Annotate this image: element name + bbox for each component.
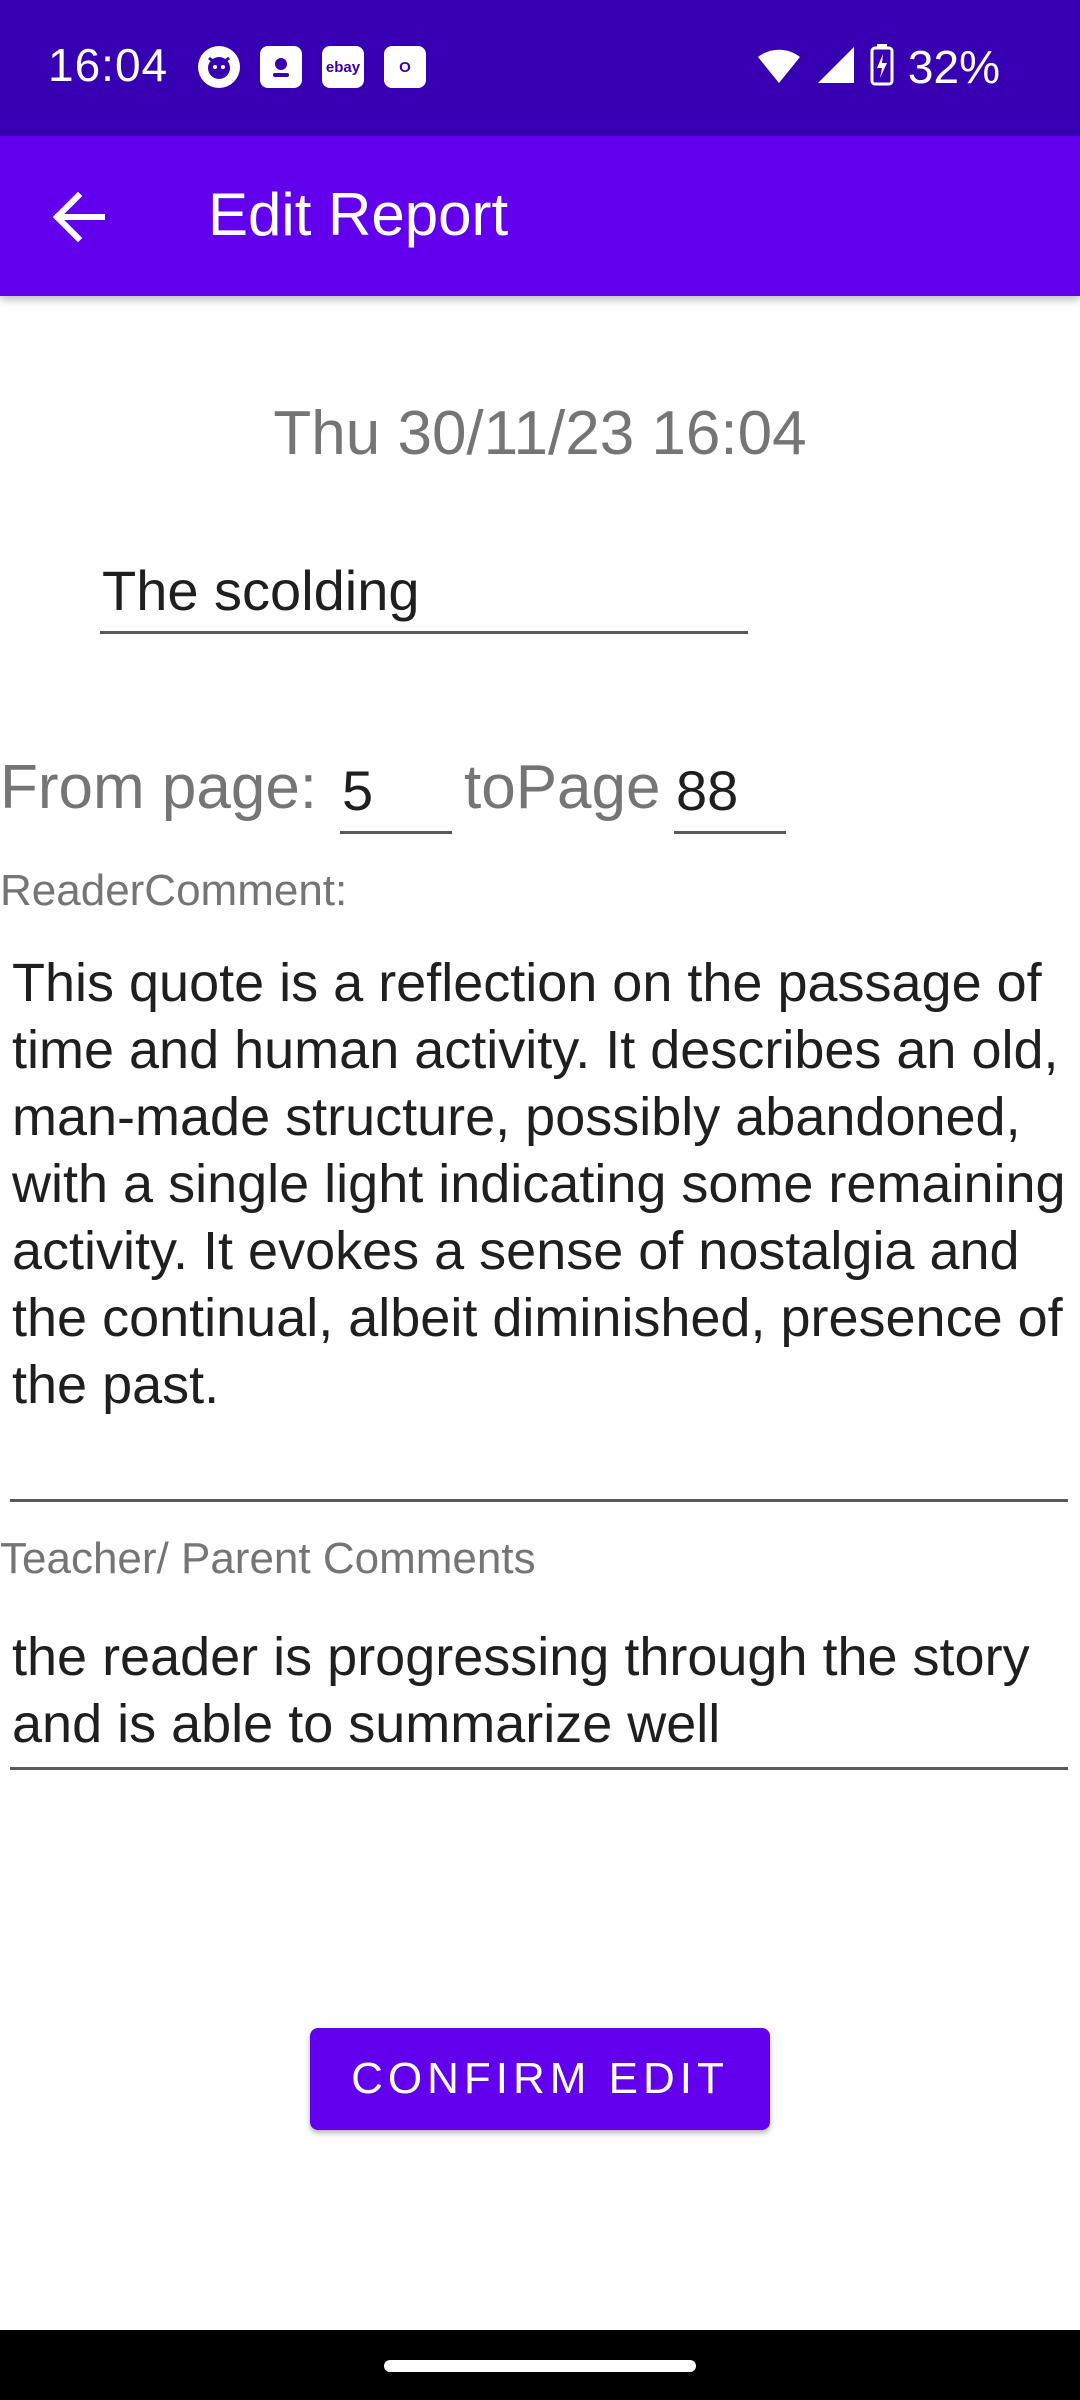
ebay-icon: ebay [322, 46, 364, 88]
reader-comment-value: This quote is a reflection on the passag… [12, 953, 1066, 1415]
status-time: 16:04 [48, 39, 169, 91]
title-input-value: The scolding [102, 559, 420, 622]
wifi-icon [756, 45, 802, 90]
battery-charging-icon [870, 43, 894, 91]
signal-icon [816, 45, 856, 90]
from-page-label: From page: [0, 753, 318, 822]
report-date: Thu 30/11/23 16:04 [273, 399, 807, 468]
navigation-bar [0, 2330, 1080, 2400]
outlook-icon: O [384, 46, 426, 88]
back-button[interactable] [44, 182, 114, 252]
app-bar: Edit Report [0, 136, 1080, 296]
to-page-label: toPage [464, 753, 661, 822]
home-gesture-handle[interactable] [384, 2360, 696, 2372]
battery-percentage: 32% [907, 41, 1000, 93]
cat-face-icon [198, 46, 240, 88]
app-title: Edit Report [208, 181, 509, 248]
teacher-comment-value: the reader is progressing through the st… [12, 1627, 1030, 1754]
reader-comment-label: ReaderComment: [0, 866, 348, 915]
to-page-value: 88 [676, 759, 739, 822]
confirm-edit-button[interactable]: CONFIRM EDIT [310, 2028, 770, 2130]
system-icons: 32% [756, 40, 1000, 94]
from-page-input[interactable]: 5 [340, 750, 452, 834]
status-bar: 16:04 ebay O 32% [0, 0, 1080, 136]
teacher-comment-input[interactable]: the reader is progressing through the st… [10, 1624, 1068, 1770]
reader-comment-input[interactable]: This quote is a reflection on the passag… [10, 950, 1068, 1502]
title-input[interactable]: The scolding [100, 550, 748, 634]
teacher-comment-label: Teacher/ Parent Comments [0, 1534, 536, 1583]
notification-icons: ebay O [198, 46, 426, 88]
to-page-input[interactable]: 88 [674, 750, 786, 834]
arrow-back-icon [52, 191, 105, 243]
from-page-value: 5 [342, 759, 374, 822]
person-badge-icon [260, 46, 302, 88]
